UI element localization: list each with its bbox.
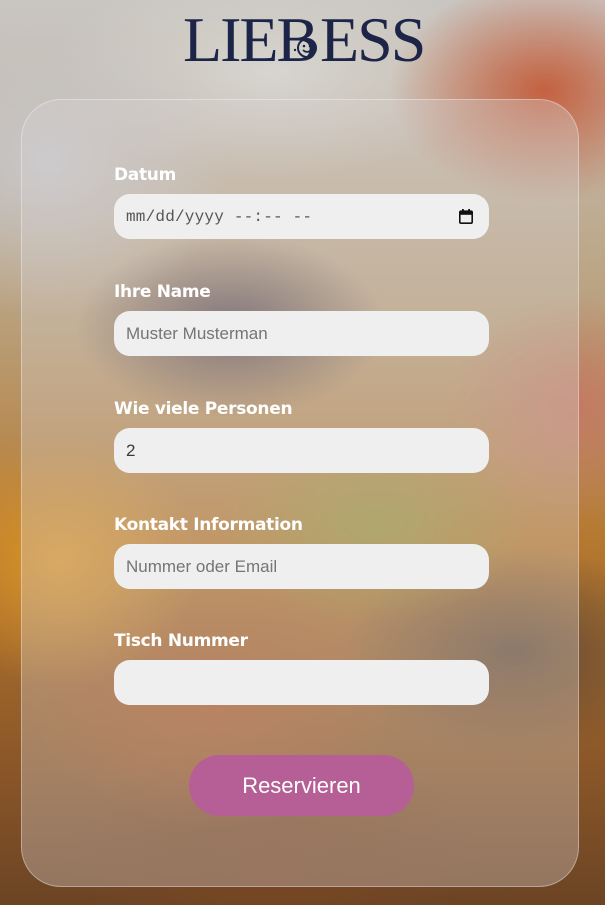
persons-value: 2 <box>126 440 136 460</box>
table-number-label: Tisch Nummer <box>114 631 248 651</box>
table-number-field-group: Tisch Nummer <box>114 630 489 705</box>
calendar-icon[interactable] <box>459 209 473 224</box>
contact-label: Kontakt Information <box>114 515 303 535</box>
table-number-input[interactable] <box>114 660 489 705</box>
contact-input[interactable]: Nummer oder Email <box>114 544 489 589</box>
name-field-group: Ihre Name Muster Musterman <box>114 281 489 356</box>
name-input[interactable]: Muster Musterman <box>114 311 489 356</box>
contact-field-group: Kontakt Information Nummer oder Email <box>114 514 489 589</box>
persons-label: Wie viele Personen <box>114 399 293 419</box>
name-placeholder: Muster Musterman <box>126 323 268 343</box>
date-label: Datum <box>114 165 177 185</box>
date-placeholder: mm/dd/yyyy --:-- -- <box>126 207 313 226</box>
persons-field-group: Wie viele Personen 2 <box>114 398 489 473</box>
logo-wordmark: LIEB ESS <box>183 8 423 70</box>
contact-placeholder: Nummer oder Email <box>126 556 278 576</box>
brand-logo: LIEB ESS <box>0 8 605 70</box>
logo-text-left: LIEB <box>183 8 317 70</box>
logo-text-right: ESS <box>320 8 423 70</box>
name-label: Ihre Name <box>114 282 211 302</box>
reserve-button[interactable]: Reservieren <box>189 755 414 816</box>
date-field-group: Datum mm/dd/yyyy --:-- -- <box>114 164 489 239</box>
date-input[interactable]: mm/dd/yyyy --:-- -- <box>114 194 489 239</box>
persons-input[interactable]: 2 <box>114 428 489 473</box>
